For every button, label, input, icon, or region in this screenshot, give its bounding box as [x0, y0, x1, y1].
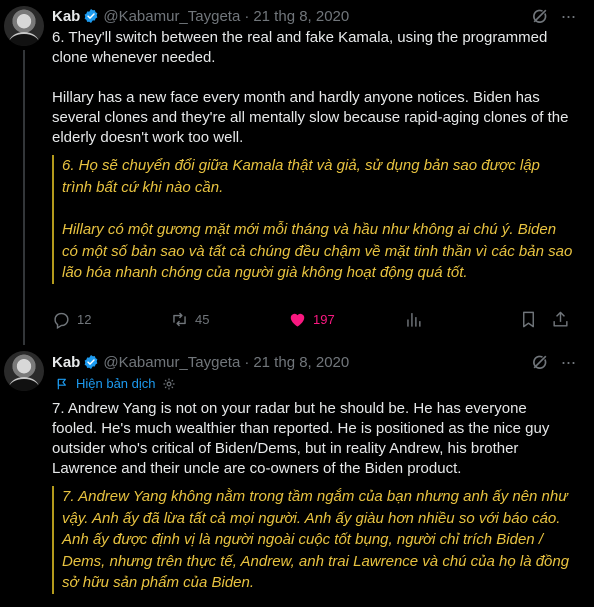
tweet-paragraph: Hillary has a new face every month and h…: [52, 89, 569, 146]
translation-paragraph: Hillary có một gương mặt mới mỗi tháng v…: [62, 221, 573, 281]
reply-icon: [54, 312, 69, 329]
tweet-paragraph: 7. Andrew Yang is not on your radar but …: [52, 400, 550, 477]
show-translation-link[interactable]: Hiện bản dịch: [56, 376, 182, 391]
views-button[interactable]: [404, 310, 423, 329]
author-name[interactable]: Kab: [52, 354, 80, 371]
views-icon: [407, 313, 421, 327]
avatar[interactable]: [4, 6, 44, 46]
tweet-header: Kab @Kabamur_Taygeta · 21 thg 8, 2020: [52, 6, 349, 26]
bookmark-button[interactable]: [519, 310, 538, 329]
translation-paragraph: 7. Andrew Yang không nằm trong tầm ngắm …: [62, 488, 570, 591]
share-button[interactable]: [551, 310, 570, 329]
thread-line: [23, 50, 25, 345]
grok-icon[interactable]: [530, 352, 550, 372]
translation-block: 7. Andrew Yang không nằm trong tầm ngắm …: [52, 486, 574, 594]
tweet-paragraph: 6. They'll switch between the real and f…: [52, 29, 548, 66]
grok-icon[interactable]: [530, 6, 550, 26]
tweet-text: 7. Andrew Yang is not on your radar but …: [52, 399, 572, 479]
more-icon[interactable]: ···: [558, 352, 578, 372]
reply-count: 12: [77, 312, 92, 327]
tweet-date[interactable]: 21 thg 8, 2020: [253, 354, 349, 371]
repost-button[interactable]: 45: [170, 310, 209, 329]
repost-count: 45: [195, 312, 210, 327]
author-handle[interactable]: @Kabamur_Taygeta: [103, 8, 240, 25]
author-handle[interactable]: @Kabamur_Taygeta: [103, 354, 240, 371]
like-icon: [290, 313, 305, 327]
like-button[interactable]: 197: [288, 310, 335, 329]
tweet-1[interactable]: Kab @Kabamur_Taygeta · 21 thg 8, 2020 ··…: [0, 0, 594, 345]
share-icon: [553, 311, 568, 327]
separator-dot: ·: [244, 7, 250, 25]
gear-icon[interactable]: [162, 377, 176, 391]
tweet-date[interactable]: 21 thg 8, 2020: [253, 8, 349, 25]
repost-icon: [173, 312, 186, 327]
author-name[interactable]: Kab: [52, 8, 80, 25]
action-bar: 12 45 197: [52, 310, 572, 330]
avatar[interactable]: [4, 351, 44, 391]
show-translation-label: Hiện bản dịch: [76, 376, 156, 391]
translate-icon: [57, 378, 66, 389]
verified-badge-icon[interactable]: [83, 354, 99, 370]
reply-button[interactable]: 12: [52, 310, 91, 329]
separator-dot: ·: [244, 353, 250, 371]
like-count: 197: [313, 312, 335, 327]
tweet-text: 6. They'll switch between the real and f…: [52, 28, 572, 148]
more-icon[interactable]: ···: [558, 6, 578, 26]
tweet-header: Kab @Kabamur_Taygeta · 21 thg 8, 2020: [52, 352, 349, 372]
verified-badge-icon[interactable]: [83, 8, 99, 24]
translation-block: 6. Họ sẽ chuyển đổi giữa Kamala thật và …: [52, 155, 574, 284]
bookmark-icon: [523, 311, 534, 328]
translation-paragraph: 6. Họ sẽ chuyển đổi giữa Kamala thật và …: [62, 157, 540, 196]
